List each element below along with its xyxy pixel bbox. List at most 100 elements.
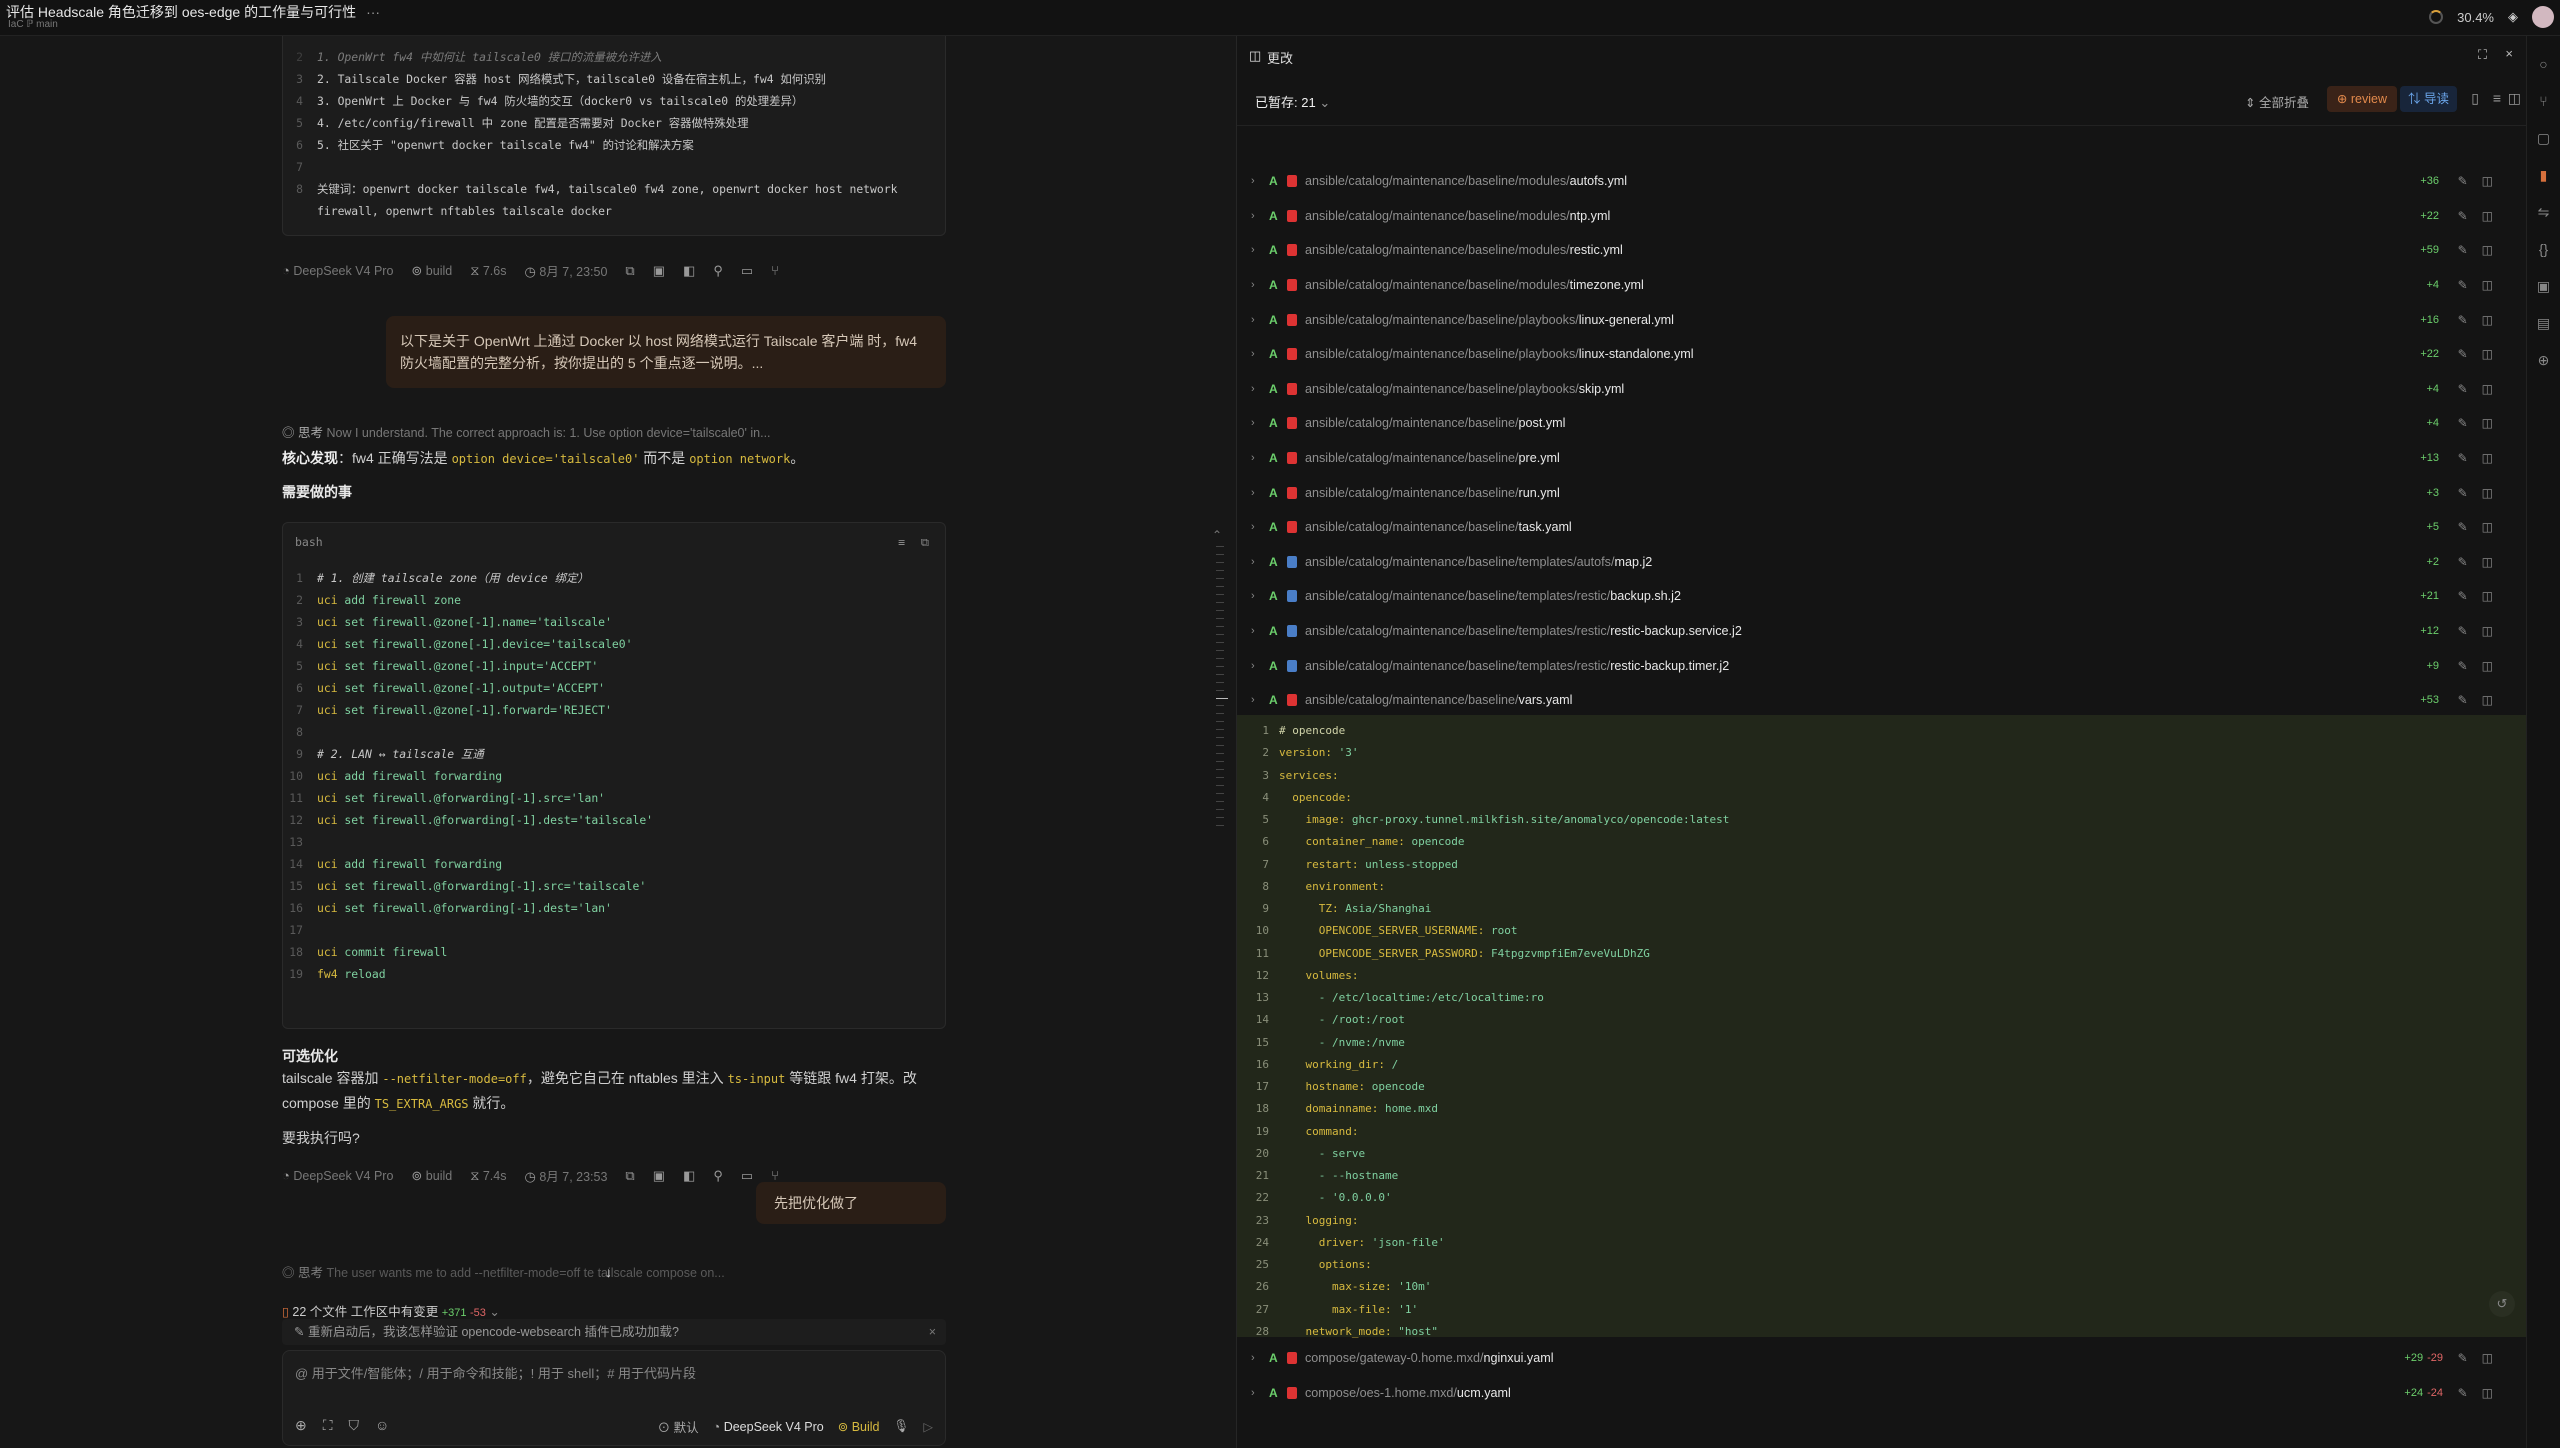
panel-icon[interactable]: ◧: [683, 1168, 695, 1184]
chevron-right-icon[interactable]: ›: [1251, 694, 1269, 706]
edit-icon[interactable]: ✎: [2458, 382, 2482, 396]
file-path[interactable]: compose/gateway-0.home.mxd/nginxui.yaml: [1305, 1351, 1554, 1365]
file-path[interactable]: ansible/catalog/maintenance/baseline/tem…: [1305, 624, 1742, 638]
minimap[interactable]: [1216, 546, 1228, 833]
edit-icon[interactable]: ✎: [2458, 243, 2482, 257]
split-view-icon[interactable]: ◫: [2482, 451, 2507, 465]
file-icon[interactable]: ▯: [2471, 90, 2479, 107]
edit-icon[interactable]: ✎: [2458, 1386, 2482, 1400]
edit-icon[interactable]: ✎: [2458, 278, 2482, 292]
edit-icon[interactable]: ✎: [2458, 209, 2482, 223]
file-path[interactable]: ansible/catalog/maintenance/baseline/run…: [1305, 486, 1560, 500]
fork-icon[interactable]: ⑂: [771, 263, 779, 278]
pin-icon[interactable]: ⚲: [713, 1168, 723, 1184]
more-icon[interactable]: ···: [366, 4, 380, 20]
chevron-right-icon[interactable]: ›: [1251, 1387, 1269, 1399]
note-icon[interactable]: ▤: [2527, 305, 2560, 342]
model-selector[interactable]: ◔ DeepSeek V4 Pro: [713, 1420, 824, 1434]
chevron-right-icon[interactable]: ›: [1251, 487, 1269, 499]
chevron-right-icon[interactable]: ›: [1251, 279, 1269, 291]
compare-icon[interactable]: ⇋: [2527, 194, 2560, 231]
changed-file-row[interactable]: › Aansible/catalog/maintenance/baseline/p…: [1237, 406, 2527, 441]
permission-selector[interactable]: ⊙ 默认: [658, 1417, 699, 1436]
changed-file-row[interactable]: › Acompose/gateway-0.home.mxd/nginxui.yam…: [1237, 1341, 2527, 1376]
edit-icon[interactable]: ✎: [2458, 589, 2482, 603]
review-button[interactable]: ⊕ review: [2326, 86, 2397, 112]
split-view-icon[interactable]: ◫: [2482, 624, 2507, 638]
fullscreen-icon[interactable]: ⛶: [2478, 47, 2487, 63]
changed-file-row[interactable]: › Aansible/catalog/maintenance/baseline/p…: [1237, 302, 2527, 337]
edit-icon[interactable]: ✎: [2458, 520, 2482, 534]
file-path[interactable]: ansible/catalog/maintenance/baseline/var…: [1305, 693, 1572, 707]
chevron-right-icon[interactable]: ›: [1251, 660, 1269, 672]
chevron-right-icon[interactable]: ›: [1251, 521, 1269, 533]
split-view-icon[interactable]: ◫: [2482, 555, 2507, 569]
comment-icon[interactable]: ▭: [741, 263, 753, 279]
split-view-icon[interactable]: ◫: [2482, 313, 2507, 327]
changed-file-row[interactable]: › Aansible/catalog/maintenance/baseline/t…: [1237, 579, 2527, 614]
session-title[interactable]: 评估 Headscale 角色迁移到 oes-edge 的工作量与可行性 ···: [6, 2, 380, 22]
panel-icon[interactable]: ◧: [683, 263, 695, 279]
edit-icon[interactable]: ✎: [2458, 693, 2482, 707]
file-path[interactable]: ansible/catalog/maintenance/baseline/pla…: [1305, 382, 1624, 396]
split-view-icon[interactable]: ◫: [2482, 1351, 2507, 1365]
split-view-icon[interactable]: ◫: [2482, 174, 2507, 188]
fork-icon[interactable]: ⑂: [771, 1168, 779, 1183]
revert-icon[interactable]: ↺: [2489, 1291, 2515, 1317]
changed-file-row[interactable]: › Aansible/catalog/maintenance/baseline/p…: [1237, 441, 2527, 476]
split-view-icon[interactable]: ◫: [2482, 693, 2507, 707]
split-view-icon[interactable]: ◫: [2482, 209, 2507, 223]
changed-file-row[interactable]: › Aansible/catalog/maintenance/baseline/t…: [1237, 510, 2527, 545]
send-icon[interactable]: ▷: [923, 1419, 933, 1434]
changed-file-row[interactable]: › Aansible/catalog/maintenance/baseline/p…: [1237, 337, 2527, 372]
changed-file-row[interactable]: › Aansible/catalog/maintenance/baseline/t…: [1237, 545, 2527, 580]
chevron-right-icon[interactable]: ›: [1251, 348, 1269, 360]
edit-icon[interactable]: ✎: [2458, 555, 2482, 569]
expand-icon[interactable]: ⛶: [323, 1417, 333, 1434]
file-path[interactable]: compose/oes-1.home.mxd/ucm.yaml: [1305, 1386, 1511, 1400]
chevron-right-icon[interactable]: ›: [1251, 383, 1269, 395]
changed-file-row[interactable]: › Aansible/catalog/maintenance/baseline/r…: [1237, 475, 2527, 510]
collapse-all-button[interactable]: ⇕ 全部折叠: [2245, 92, 2309, 111]
changes-summary[interactable]: ▯ 22 个文件 工作区中有变更 +371 -53 ⌄: [282, 1301, 500, 1320]
circle-icon[interactable]: ○: [2527, 46, 2560, 83]
edit-icon[interactable]: ✎: [2458, 486, 2482, 500]
file-path[interactable]: ansible/catalog/maintenance/baseline/tem…: [1305, 555, 1652, 569]
split-view-icon[interactable]: ◫: [2482, 347, 2507, 361]
changed-file-row[interactable]: › Aansible/catalog/maintenance/baseline/p…: [1237, 372, 2527, 407]
edit-icon[interactable]: ✎: [2458, 174, 2482, 188]
prompt-input[interactable]: @ 用于文件/智能体；/ 用于命令和技能；! 用于 shell；# 用于代码片段: [295, 1363, 696, 1382]
chevron-right-icon[interactable]: ›: [1251, 556, 1269, 568]
agent-selector[interactable]: ⊚ Build: [838, 1419, 880, 1434]
edit-icon[interactable]: ✎: [2458, 659, 2482, 673]
layers-icon[interactable]: ◈: [2508, 9, 2518, 25]
changes-icon[interactable]: ▮: [2527, 157, 2560, 194]
changed-file-row[interactable]: › Acompose/oes-1.home.mxd/ucm.yaml +24 -24 ✎…: [1237, 1376, 2527, 1411]
split-view-icon[interactable]: ◫: [2482, 1386, 2507, 1400]
git-branch-icon[interactable]: ⑂: [2527, 83, 2560, 120]
thinking-line-2[interactable]: ◎ 思考 The user wants me to add --netfilte…: [282, 1262, 725, 1281]
edit-icon[interactable]: ✎: [2458, 313, 2482, 327]
split-view-icon[interactable]: ◫: [2482, 659, 2507, 673]
wrap-icon[interactable]: ≡: [898, 523, 905, 561]
list-icon[interactable]: ≡: [2493, 90, 2501, 106]
changed-file-row[interactable]: › Aansible/catalog/maintenance/baseline/t…: [1237, 614, 2527, 649]
file-path[interactable]: ansible/catalog/maintenance/baseline/tem…: [1305, 659, 1729, 673]
split-view-icon[interactable]: ◫: [2482, 520, 2507, 534]
split-view-icon[interactable]: ◫: [2482, 278, 2507, 292]
braces-icon[interactable]: {}: [2527, 231, 2560, 268]
copy-icon[interactable]: ⧉: [625, 1168, 634, 1184]
file-path[interactable]: ansible/catalog/maintenance/baseline/mod…: [1305, 209, 1610, 223]
changed-file-row[interactable]: › Aansible/catalog/maintenance/baseline/m…: [1237, 164, 2527, 199]
mic-icon[interactable]: 🎙: [894, 1419, 910, 1434]
edit-icon[interactable]: ✎: [2458, 1351, 2482, 1365]
globe-icon[interactable]: ⊕: [2527, 342, 2560, 379]
avatar[interactable]: [2532, 6, 2554, 28]
file-path[interactable]: ansible/catalog/maintenance/baseline/mod…: [1305, 278, 1644, 292]
file-path[interactable]: ansible/catalog/maintenance/baseline/mod…: [1305, 243, 1623, 257]
image-icon[interactable]: ▣: [653, 1168, 665, 1184]
edit-icon[interactable]: ✎: [2458, 451, 2482, 465]
file-path[interactable]: ansible/catalog/maintenance/baseline/pla…: [1305, 347, 1694, 361]
chevron-right-icon[interactable]: ›: [1251, 452, 1269, 464]
chevron-right-icon[interactable]: ›: [1251, 314, 1269, 326]
